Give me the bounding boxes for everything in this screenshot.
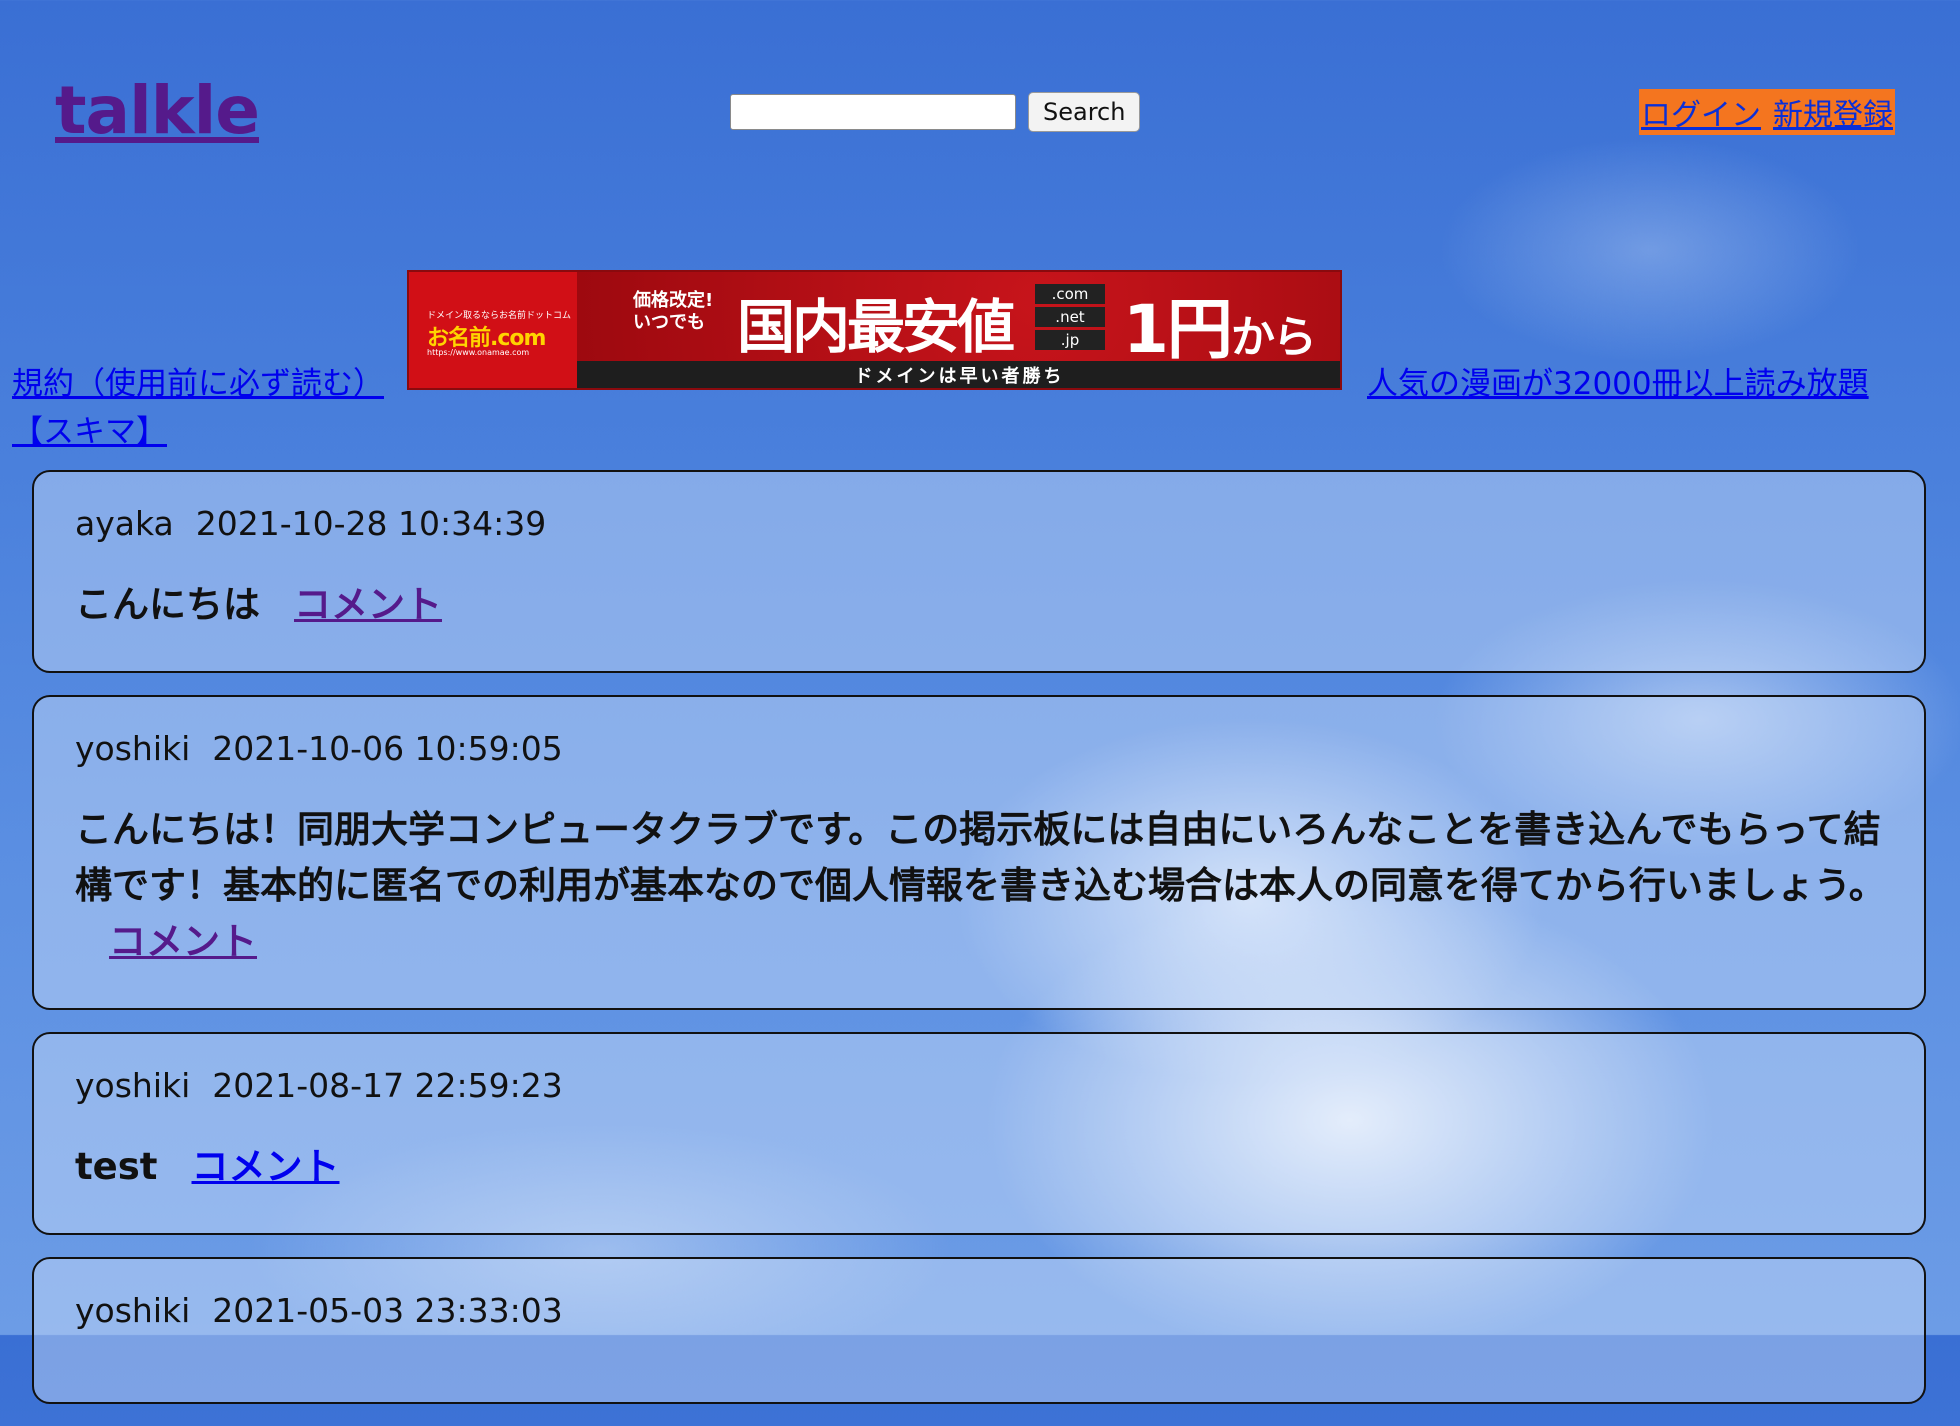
login-link[interactable]: ログイン [1641, 90, 1761, 134]
banner-price-suffix: から [1230, 312, 1317, 363]
banner-main-panel: 価格改定! いつでも 国内最安値 .com .net .jp 1円から [577, 272, 1340, 368]
comment-link[interactable]: コメント [109, 920, 257, 963]
post-text: test [75, 1145, 158, 1188]
banner-url-text: https://www.onamae.com [427, 348, 530, 357]
banner-tld: .com [1035, 284, 1105, 304]
banner-tld: .jp [1035, 330, 1105, 350]
post-author: yoshiki [75, 1066, 191, 1105]
banner-tld: .net [1035, 307, 1105, 327]
sukima-link[interactable]: 【スキマ】 [12, 406, 167, 451]
post-meta: yoshiki 2021-08-17 22:59:23 [75, 1066, 1900, 1105]
post-timestamp: 2021-08-17 22:59:23 [212, 1066, 563, 1105]
search-form: Search [730, 92, 1141, 132]
banner-intro-text: 価格改定! いつでも [633, 290, 713, 334]
banner-tagline: ドメインは早い者勝ち [577, 361, 1340, 388]
post-timestamp: 2021-10-28 10:34:39 [195, 504, 547, 543]
post-timestamp: 2021-05-03 23:33:03 [212, 1291, 563, 1330]
post-card: yoshiki 2021-08-17 22:59:23 test コメント [32, 1032, 1926, 1235]
register-link[interactable]: 新規登録 [1773, 90, 1893, 134]
comment-link[interactable]: コメント [294, 583, 442, 626]
search-input[interactable] [730, 94, 1016, 130]
post-meta: yoshiki 2021-05-03 23:33:03 [75, 1291, 1900, 1330]
post-text: こんにちは！同朋大学コンピュータクラブです。この掲示板には自由にいろんなことを書… [75, 808, 1886, 907]
post-body: こんにちは コメント [75, 577, 1900, 671]
banner-price: 1円から [1123, 276, 1317, 372]
auth-links: ログイン 新規登録 [1639, 89, 1895, 135]
banner-headline: 国内最安値 [737, 293, 1015, 361]
manga-ad-link[interactable]: 人気の漫画が32000冊以上読み放題 [1367, 358, 1869, 403]
banner-tld-list: .com .net .jp [1035, 284, 1105, 350]
post-body: test コメント [75, 1139, 1900, 1233]
search-button[interactable]: Search [1028, 92, 1141, 132]
post-list: ayaka 2021-10-28 10:34:39 こんにちは コメント yosh… [32, 470, 1926, 1426]
post-author: yoshiki [75, 729, 191, 768]
banner-price-value: 1円 [1123, 291, 1233, 368]
banner-line1b: いつでも [633, 312, 705, 333]
terms-link[interactable]: 規約（使用前に必ず読む） [12, 358, 384, 403]
post-body [75, 1364, 1900, 1402]
post-author: ayaka [75, 504, 174, 543]
post-meta: yoshiki 2021-10-06 10:59:05 [75, 729, 1900, 768]
post-card: yoshiki 2021-05-03 23:33:03 [32, 1257, 1926, 1404]
post-card: ayaka 2021-10-28 10:34:39 こんにちは コメント [32, 470, 1926, 673]
onamae-ad-banner[interactable]: ドメイン取るならお名前ドットコム お名前.com https://www.ona… [407, 270, 1342, 390]
post-meta: ayaka 2021-10-28 10:34:39 [75, 504, 1900, 543]
comment-link[interactable]: コメント [192, 1145, 340, 1188]
banner-brand-panel: ドメイン取るならお名前ドットコム お名前.com https://www.ona… [409, 272, 579, 388]
post-text: こんにちは [75, 583, 260, 626]
post-timestamp: 2021-10-06 10:59:05 [212, 729, 563, 768]
banner-line1a: 価格改定! [633, 290, 714, 311]
post-card: yoshiki 2021-10-06 10:59:05 こんにちは！同朋大学コン… [32, 695, 1926, 1010]
post-body: こんにちは！同朋大学コンピュータクラブです。この掲示板には自由にいろんなことを書… [75, 802, 1900, 1008]
site-logo-link[interactable]: talkle [55, 72, 260, 149]
post-author: yoshiki [75, 1291, 191, 1330]
